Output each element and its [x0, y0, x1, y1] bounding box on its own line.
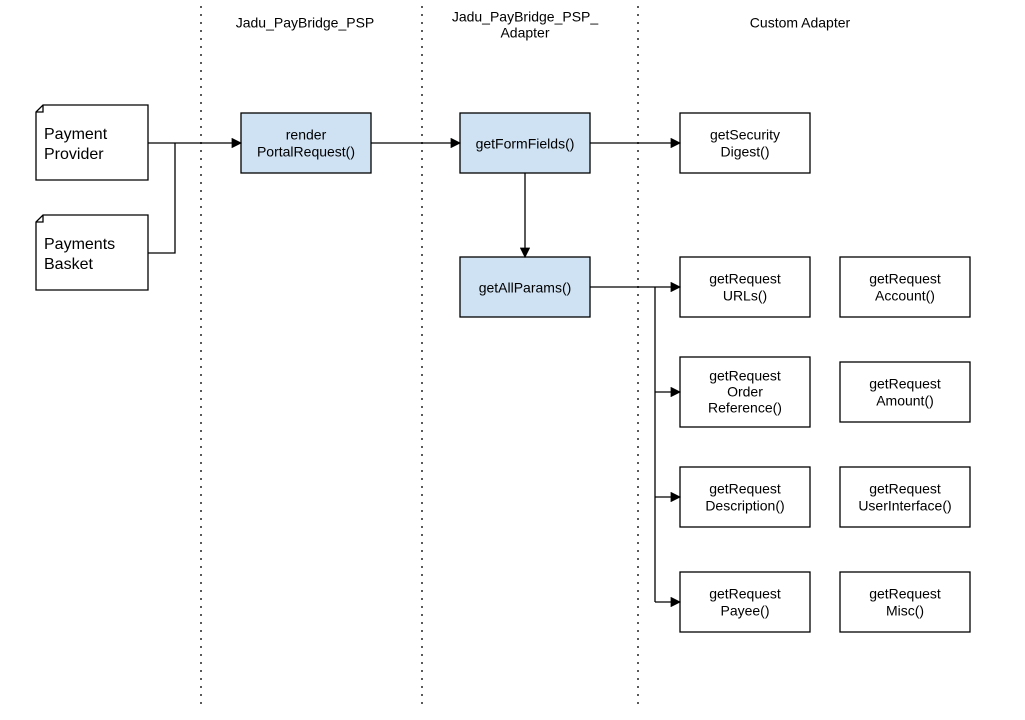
node-get-request-order-reference: getRequest Order Reference() [680, 357, 810, 427]
account-l1: getRequest [869, 271, 941, 287]
node-payment-provider: Payment Provider [36, 105, 148, 180]
lane-label-psp: Jadu_PayBridge_PSP [236, 15, 375, 31]
node-get-request-misc: getRequest Misc() [840, 572, 970, 632]
node-render-portal-request: render PortalRequest() [241, 113, 371, 173]
payment-provider-line1: Payment [44, 126, 108, 143]
edge-basket-to-provider-line [148, 143, 175, 253]
node-get-request-urls: getRequest URLs() [680, 257, 810, 317]
get-security-l2: Digest() [720, 144, 769, 160]
urls-l1: getRequest [709, 271, 781, 287]
account-l2: Account() [875, 288, 935, 304]
render-line2: PortalRequest() [257, 144, 355, 160]
node-payments-basket: Payments Basket [36, 215, 148, 290]
misc-l2: Misc() [886, 603, 924, 619]
get-form-fields-label: getFormFields() [476, 136, 575, 152]
node-get-request-description: getRequest Description() [680, 467, 810, 527]
order-l2: Order [727, 384, 763, 400]
urls-l2: URLs() [723, 288, 767, 304]
get-all-params-label: getAllParams() [479, 280, 572, 296]
node-get-request-user-interface: getRequest UserInterface() [840, 467, 970, 527]
payee-l1: getRequest [709, 586, 781, 602]
ui-l2: UserInterface() [858, 498, 951, 514]
amount-l1: getRequest [869, 376, 941, 392]
desc-l1: getRequest [709, 481, 781, 497]
order-l1: getRequest [709, 368, 781, 384]
ui-l1: getRequest [869, 481, 941, 497]
payment-provider-line2: Provider [44, 146, 104, 163]
node-get-request-account: getRequest Account() [840, 257, 970, 317]
payments-basket-line2: Basket [44, 256, 93, 273]
misc-l1: getRequest [869, 586, 941, 602]
payee-l2: Payee() [720, 603, 769, 619]
render-line1: render [286, 127, 327, 143]
desc-l2: Description() [705, 498, 784, 514]
lane-label-custom: Custom Adapter [750, 15, 851, 31]
order-l3: Reference() [708, 400, 782, 416]
node-get-request-amount: getRequest Amount() [840, 362, 970, 422]
get-security-l1: getSecurity [710, 127, 780, 143]
node-get-request-payee: getRequest Payee() [680, 572, 810, 632]
node-get-security-digest: getSecurity Digest() [680, 113, 810, 173]
lane-label-adapter-bot: Adapter [500, 25, 549, 41]
lane-label-adapter-top: Jadu_PayBridge_PSP_ [452, 9, 599, 25]
payments-basket-line1: Payments [44, 236, 115, 253]
node-get-form-fields: getFormFields() [460, 113, 590, 173]
amount-l2: Amount() [876, 393, 934, 409]
node-get-all-params: getAllParams() [460, 257, 590, 317]
